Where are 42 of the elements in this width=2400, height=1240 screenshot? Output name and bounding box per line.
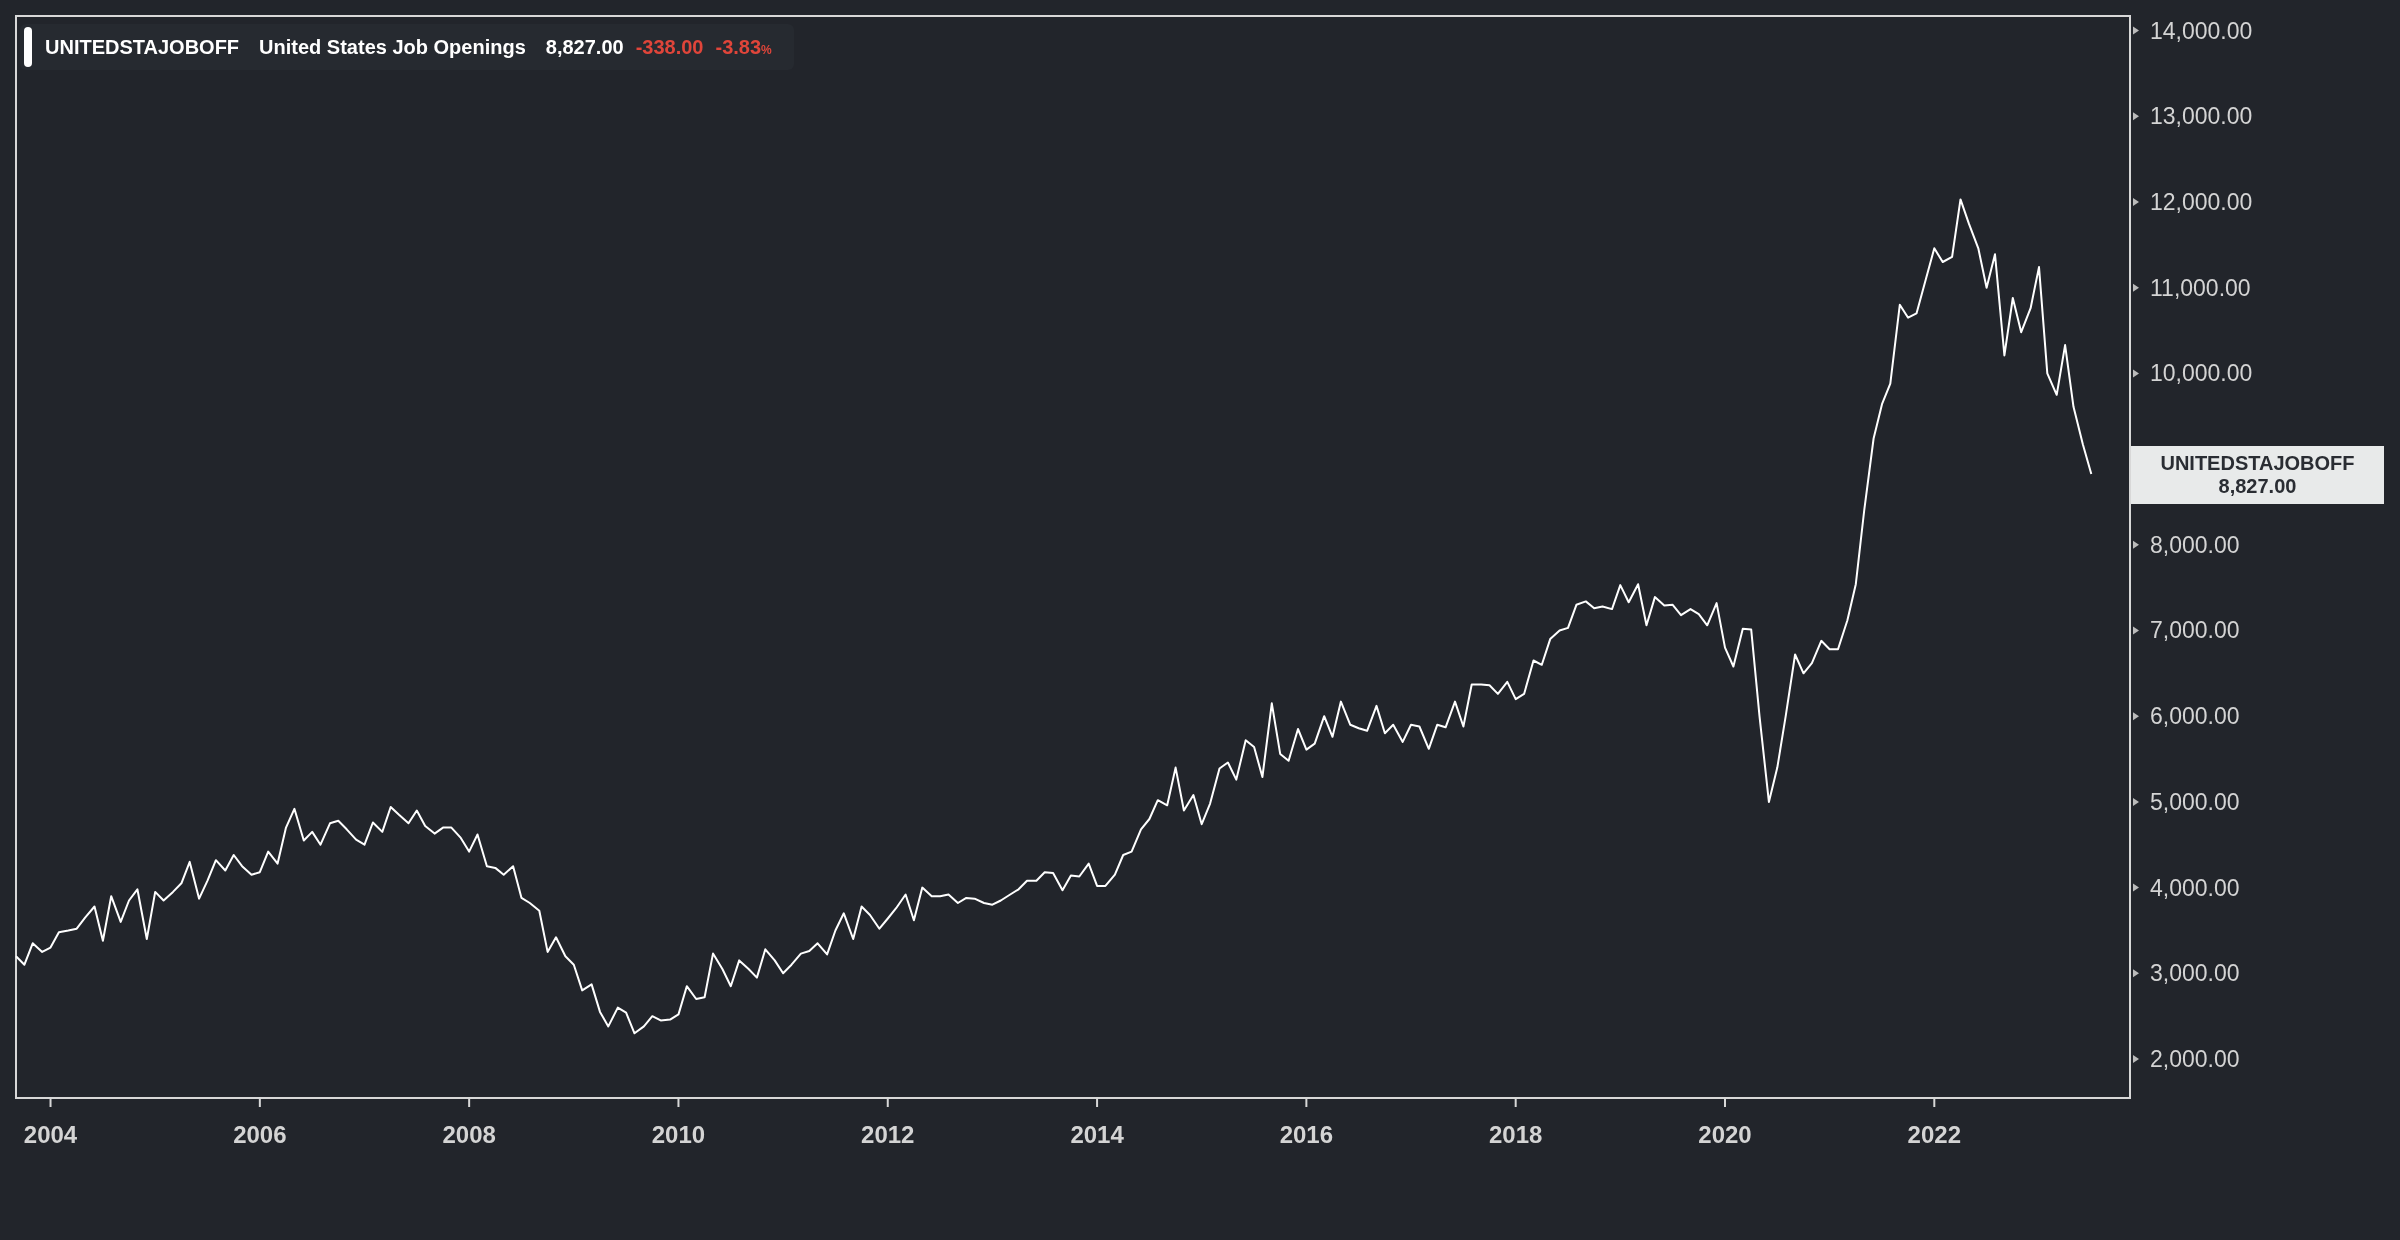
x-axis-label: 2010 <box>651 1121 706 1148</box>
y-tick-mark-icon <box>2133 883 2139 892</box>
y-tick-mark-icon <box>2133 712 2139 721</box>
legend-symbol: UNITEDSTAJOBOFF <box>45 35 240 59</box>
y-axis-label: 12,000.00 <box>2150 189 2253 215</box>
x-axis-label: 2014 <box>1070 1121 1124 1148</box>
series-marker-icon <box>24 27 32 67</box>
y-axis-label: 8,000.00 <box>2150 531 2240 558</box>
x-axis-label: 2020 <box>1698 1121 1752 1148</box>
y-tick-mark-icon <box>2133 198 2139 206</box>
y-tick-mark-icon <box>2133 797 2139 806</box>
y-axis-label: 7,000.00 <box>2150 617 2240 644</box>
y-axis-label: 13,000.00 <box>2150 103 2253 130</box>
legend-value: 8,827.00 <box>545 35 624 59</box>
x-axis-label: 2012 <box>861 1121 915 1148</box>
y-axis-label: 4,000.00 <box>2150 874 2240 901</box>
price-label-symbol: UNITEDSTAJOBOFF <box>2160 452 2355 475</box>
x-axis-label: 2008 <box>442 1121 496 1148</box>
legend-change-percent: -3.83% <box>715 35 772 59</box>
y-axis-label: 5,000.00 <box>2150 788 2240 815</box>
y-tick-mark-icon <box>2133 1055 2139 1063</box>
legend-change: -338.00 <box>635 35 704 59</box>
y-axis-label: 11,000.00 <box>2150 274 2251 301</box>
y-tick-mark-icon <box>2133 283 2139 292</box>
y-tick-mark-icon <box>2133 112 2139 121</box>
y-axis-label: 2,000.00 <box>2150 1046 2240 1072</box>
x-axis-label: 2016 <box>1279 1121 1334 1148</box>
x-axis-label: 2022 <box>1907 1121 1961 1148</box>
x-axis-label: 2006 <box>233 1121 287 1148</box>
y-axis-label: 3,000.00 <box>2150 960 2240 987</box>
y-tick-mark-icon <box>2133 626 2139 635</box>
price-label-value: 8,827.00 <box>2218 475 2297 498</box>
y-tick-mark-icon <box>2133 540 2139 549</box>
y-tick-mark-icon <box>2133 969 2139 978</box>
x-axis-label: 2004 <box>23 1121 78 1148</box>
y-axis-label: 6,000.00 <box>2150 703 2240 730</box>
y-axis-label: 14,000.00 <box>2150 17 2253 44</box>
x-axis-label: 2018 <box>1489 1121 1543 1148</box>
y-tick-mark-icon <box>2133 369 2139 378</box>
legend-series-name: United States Job Openings <box>259 35 526 59</box>
y-axis-label: 10,000.00 <box>2150 360 2253 387</box>
y-tick-mark-icon <box>2133 26 2139 35</box>
